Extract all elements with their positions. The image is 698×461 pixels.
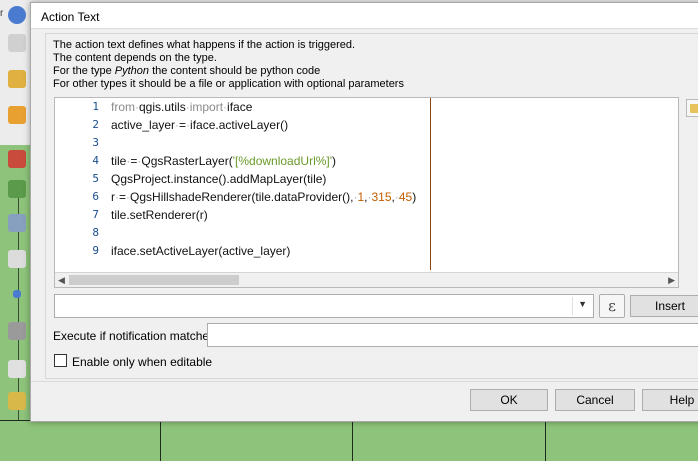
code-line: active_layer·=·iface.activeLayer() (111, 118, 288, 132)
table-icon[interactable] (8, 250, 26, 268)
ok-button[interactable]: OK (470, 389, 548, 411)
code-token: ) (332, 154, 337, 168)
description-text: the content should be python code (149, 65, 321, 77)
description: The action text defines what happens if … (53, 39, 404, 91)
line-number: 1 (92, 100, 99, 113)
code-line: QgsProject.instance().addMapLayer(tile) (111, 172, 326, 186)
code-token: iface.setActiveLayer(active_layer) (111, 244, 291, 258)
cancel-button[interactable]: Cancel (555, 389, 635, 411)
combobox-separator (572, 297, 573, 315)
code-token: from (111, 100, 135, 114)
code-token: active_layer (111, 118, 176, 132)
left-toolbar (0, 0, 34, 420)
enable-only-editable-checkbox[interactable] (54, 354, 67, 367)
code-token: import (189, 100, 224, 114)
description-line: The action text defines what happens if … (53, 39, 356, 51)
map-grid-line (160, 420, 161, 461)
layer-icon[interactable] (8, 70, 26, 88)
dialog-title: Action Text (41, 10, 100, 24)
code-token: QgsHillshadeRenderer(tile.dataProvider()… (130, 190, 354, 204)
code-line: tile.setRenderer(r) (111, 208, 208, 222)
code-token: QgsProject.instance().addMapLayer(tile) (111, 172, 327, 186)
help-button[interactable]: Help (642, 389, 698, 411)
notification-label: Execute if notification matches (53, 329, 216, 343)
code-token: qgis.utils (139, 100, 186, 114)
line-number: 9 (92, 244, 99, 257)
insert-button[interactable]: Insert (630, 295, 698, 317)
field-combobox[interactable]: ▼ (54, 294, 594, 318)
title-bar[interactable]: Action Text (31, 3, 698, 29)
code-line: tile·=·QgsRasterLayer('[%downloadUrl%]') (111, 154, 336, 168)
add-layer-icon[interactable] (8, 150, 26, 168)
line-number: 4 (92, 154, 99, 167)
button-divider (31, 381, 698, 382)
label-icon[interactable] (8, 106, 26, 124)
code-token: iface (227, 100, 253, 114)
code-line: r·=·QgsHillshadeRenderer(tile.dataProvid… (111, 190, 416, 204)
folder-icon (690, 104, 698, 113)
code-token: 45 (398, 190, 413, 204)
code-token: '[%downloadUrl%]' (232, 154, 333, 168)
code-token: tile (111, 154, 127, 168)
code-token: iface.activeLayer() (190, 118, 289, 132)
expression-button[interactable]: ε (599, 294, 625, 318)
line-number: 8 (92, 226, 99, 239)
plugin-icon[interactable] (8, 392, 26, 410)
description-line: For other types it should be a file or a… (53, 78, 404, 90)
notification-input[interactable] (207, 323, 698, 347)
description-line: The content depends on the type. (53, 52, 217, 64)
python-icon[interactable] (8, 360, 26, 378)
code-editor[interactable]: 123456789 from·qgis.utils·import·iface ac… (54, 97, 679, 288)
raster-icon[interactable] (8, 214, 26, 232)
horizontal-scrollbar[interactable]: ◀ ▶ (55, 272, 678, 287)
scroll-left-icon[interactable]: ◀ (58, 275, 65, 286)
map-grid-line (352, 420, 353, 461)
scroll-right-icon[interactable]: ▶ (668, 275, 675, 286)
action-text-dialog: Action Text The action text defines what… (30, 2, 698, 422)
point-icon[interactable] (13, 290, 21, 298)
line-number: 6 (92, 190, 99, 203)
scrollbar-thumb[interactable] (69, 275, 239, 285)
description-emphasis: Python (114, 65, 150, 77)
code-token: QgsRasterLayer( (141, 154, 233, 168)
line-number: 3 (92, 136, 99, 149)
description-line: For the type Python the content should b… (53, 65, 404, 78)
code-token: = (119, 190, 127, 204)
code-token: ) (412, 190, 417, 204)
search-icon[interactable] (8, 34, 26, 52)
edge-column-marker (430, 98, 431, 270)
code-token: 315 (371, 190, 392, 204)
code-token: tile.setRenderer(r) (111, 208, 208, 222)
code-token: = (179, 118, 187, 132)
database-icon[interactable] (8, 322, 26, 340)
description-text: For the type (53, 65, 115, 77)
enable-only-editable-label[interactable]: Enable only when editable (72, 355, 212, 369)
chevron-down-icon[interactable]: ▼ (578, 299, 587, 309)
map-grid-line (545, 420, 546, 461)
code-line: iface.setActiveLayer(active_layer) (111, 244, 290, 258)
line-number-gutter: 1 2 3 4 5 6 7 8 9 (55, 98, 107, 270)
code-line: from·qgis.utils·import·iface (111, 100, 252, 114)
vector-icon[interactable] (8, 180, 26, 198)
open-file-button[interactable] (686, 99, 698, 117)
line-number: 2 (92, 118, 99, 131)
globe-icon[interactable] (8, 6, 26, 24)
line-number: 5 (92, 172, 99, 185)
line-number: 7 (92, 208, 99, 221)
